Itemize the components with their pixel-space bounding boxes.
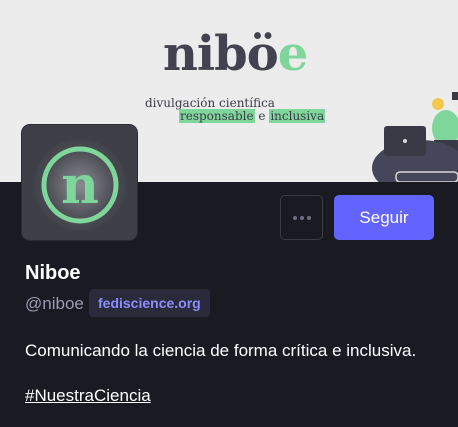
profile-bio: Comunicando la ciencia de forma crítica …: [25, 341, 417, 360]
ellipsis-icon: [292, 215, 297, 220]
account-handle: @niboe: [25, 294, 84, 313]
more-options-button[interactable]: [280, 195, 323, 240]
svg-text:n: n: [61, 155, 99, 216]
hashtag-link[interactable]: #NuestraCiencia: [25, 386, 151, 406]
server-badge[interactable]: fediscience.org: [89, 289, 210, 317]
avatar[interactable]: n: [22, 125, 137, 240]
display-name: Niboe: [25, 262, 81, 284]
niboe-n-logo-icon: n: [22, 125, 137, 240]
follow-button[interactable]: Seguir: [334, 195, 434, 240]
